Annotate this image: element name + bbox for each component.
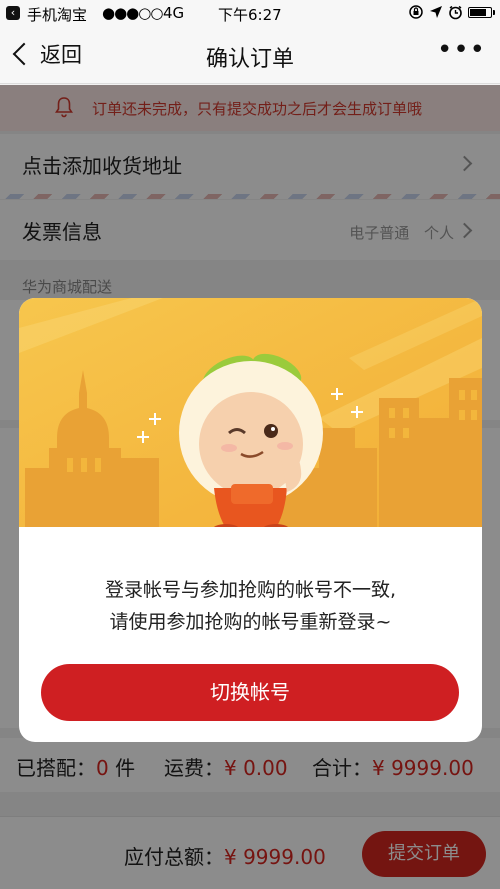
dialog-message: 登录帐号与参加抢购的帐号不一致, 请使用参加抢购的帐号重新登录~: [19, 574, 482, 638]
status-time: 下午6:27: [218, 6, 282, 24]
status-carrier[interactable]: 手机淘宝: [27, 4, 87, 25]
battery-icon: [468, 6, 495, 18]
signal-strength-icon: ●●●○○: [102, 4, 163, 22]
page-title: 确认订单: [205, 47, 294, 72]
back-to-app-icon[interactable]: ‹: [6, 6, 20, 20]
navigation-bar: 返回 确认订单 •••: [0, 26, 500, 84]
status-bar: ‹ 手机淘宝 ●●●○○ 4G 下午6:27: [0, 0, 500, 26]
mascot-illustration: [19, 298, 482, 527]
dialog-message-line-1: 登录帐号与参加抢购的帐号不一致,: [104, 579, 397, 601]
switch-account-button[interactable]: 切换帐号: [41, 664, 459, 721]
dialog-message-line-2: 请使用参加抢购的帐号重新登录~: [109, 611, 392, 633]
network-type: 4G: [163, 4, 185, 22]
alarm-icon: [449, 5, 462, 19]
rotation-lock-icon: [409, 5, 423, 19]
account-mismatch-dialog: 登录帐号与参加抢购的帐号不一致, 请使用参加抢购的帐号重新登录~ 切换帐号: [19, 298, 482, 742]
more-menu-button[interactable]: •••: [437, 37, 486, 63]
location-arrow-icon: [430, 6, 442, 18]
